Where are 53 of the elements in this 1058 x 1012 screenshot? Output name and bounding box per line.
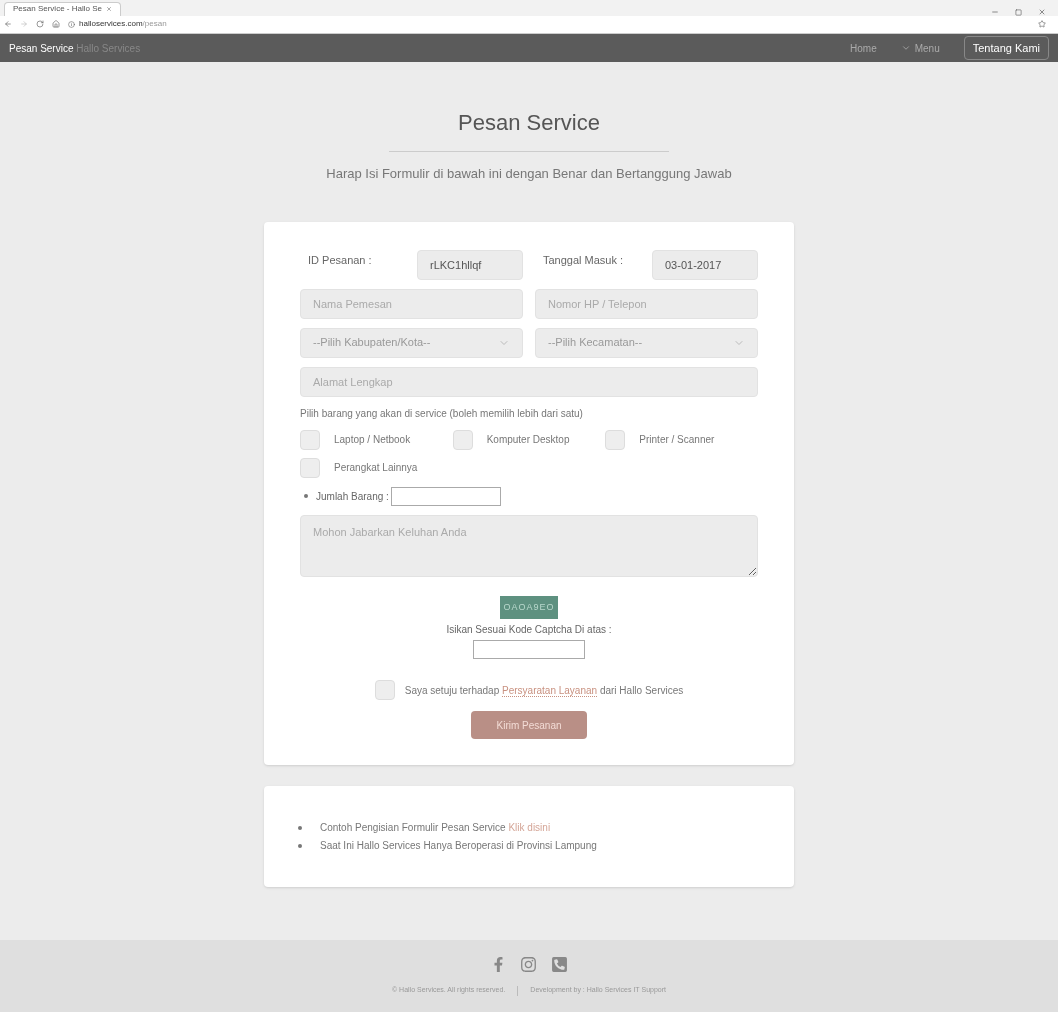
nav-link[interactable]: Home bbox=[850, 40, 877, 56]
back-icon[interactable] bbox=[4, 20, 12, 29]
field-label: ID Pesanan : bbox=[307, 252, 372, 268]
checkbox-label: Printer / Scanner bbox=[639, 433, 715, 447]
date-field[interactable]: 03-01-2017 bbox=[652, 249, 758, 280]
chevron-down-icon bbox=[900, 43, 911, 53]
checkbox[interactable] bbox=[605, 429, 626, 450]
checkbox[interactable] bbox=[300, 429, 320, 450]
url-text: halloservices.com/pesan bbox=[79, 20, 167, 29]
about-button[interactable]: Tentang Kami bbox=[963, 35, 1049, 61]
name-field[interactable]: Nama Pemesan bbox=[300, 288, 523, 319]
address-field[interactable]: Alamat Lengkap bbox=[300, 366, 758, 397]
info-icon bbox=[68, 20, 75, 28]
home-icon[interactable] bbox=[52, 20, 60, 29]
bullet-icon bbox=[298, 843, 302, 848]
bullet-icon bbox=[304, 494, 308, 498]
checkbox-label: Laptop / Netbook bbox=[334, 433, 411, 447]
checkbox-label: Komputer Desktop bbox=[486, 433, 570, 447]
checkbox[interactable] bbox=[300, 457, 320, 478]
select-field[interactable]: --Pilih Kabupaten/Kota-- bbox=[300, 327, 523, 358]
phone-icon[interactable] bbox=[550, 956, 568, 974]
quantity-field[interactable] bbox=[390, 486, 501, 506]
instagram-icon[interactable] bbox=[519, 956, 537, 974]
field-label: Jumlah Barang : bbox=[316, 489, 389, 504]
captcha-field[interactable] bbox=[473, 640, 585, 659]
submit-button[interactable]: Kirim Pesanan bbox=[471, 711, 587, 739]
bullet-icon bbox=[298, 825, 302, 830]
order-id-field[interactable]: rLKC1hllqf bbox=[417, 249, 523, 280]
checkbox[interactable] bbox=[374, 680, 395, 700]
page-subtitle: Harap Isi Formulir di bawah ini dengan Benar dan Bertanggung Jawab bbox=[326, 165, 732, 183]
captcha-image: OAOA9EO bbox=[500, 595, 558, 619]
terms-link[interactable]: Persyaratan Layanan bbox=[502, 684, 598, 697]
field-label: Tanggal Masuk : bbox=[542, 252, 624, 268]
page-title: Pesan Service bbox=[458, 109, 600, 137]
note-text: Saat Ini Hallo Services Hanya Beroperasi di Provinsi Lampung bbox=[320, 839, 597, 853]
items-instruction: Pilih barang yang akan di service (boleh memilih lebih dari satu) bbox=[300, 406, 584, 421]
example-link[interactable]: Klik disini bbox=[508, 822, 551, 833]
agreement-text: Saya setuju terhadap Persyaratan Layanan dari Hallo Services bbox=[404, 683, 684, 698]
reload-icon[interactable] bbox=[36, 20, 44, 29]
checkbox-label: Perangkat Lainnya bbox=[334, 461, 418, 475]
star-icon[interactable] bbox=[1038, 20, 1046, 29]
close-icon[interactable] bbox=[105, 6, 112, 13]
menu-dropdown[interactable]: Menu bbox=[900, 40, 940, 56]
checkbox[interactable] bbox=[452, 429, 473, 450]
captcha-label: Isikan Sesuai Kode Captcha Di atas : bbox=[446, 623, 612, 637]
forward-icon[interactable] bbox=[20, 20, 28, 29]
maximize-icon[interactable] bbox=[1015, 8, 1022, 16]
phone-field[interactable]: Nomor HP / Telepon bbox=[535, 288, 758, 319]
select-field[interactable]: --Pilih Kecamatan-- bbox=[535, 327, 758, 358]
note-text: Contoh Pengisian Formulir Pesan Service Klik disini bbox=[320, 821, 551, 835]
close-icon[interactable] bbox=[1038, 7, 1046, 16]
complaint-field[interactable]: Mohon Jabarkan Keluhan Anda bbox=[300, 514, 758, 577]
browser-tab[interactable]: Pesan Service - Hallo Se bbox=[4, 1, 121, 16]
